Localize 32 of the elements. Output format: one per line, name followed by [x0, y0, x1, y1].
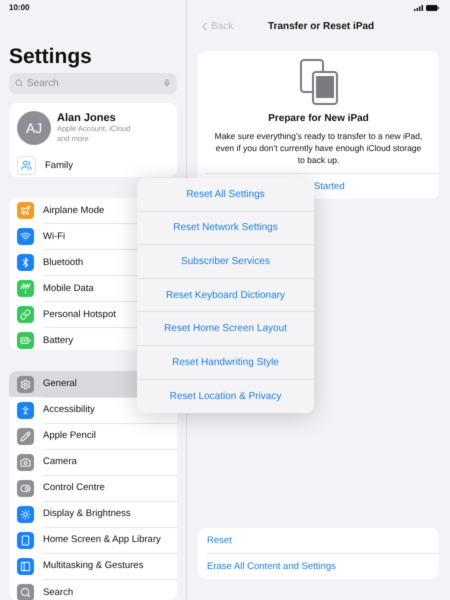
menu-item[interactable]: Subscriber Services — [137, 245, 314, 279]
tablets-icon — [300, 59, 338, 105]
microphone-icon[interactable] — [163, 78, 171, 88]
family-icon — [17, 156, 36, 176]
settings-item[interactable]: Display & Brightness — [9, 501, 177, 528]
account-name: Alan Jones — [57, 112, 117, 124]
settings-item[interactable]: Search — [9, 579, 177, 600]
settings-item[interactable]: Control Centre — [9, 475, 177, 502]
prepare-title: Prepare for New iPad — [268, 113, 369, 124]
family-item[interactable]: Family — [45, 152, 177, 177]
settings-title: Settings — [9, 44, 93, 70]
menu-item[interactable]: Reset Keyboard Dictionary — [137, 278, 314, 312]
get-started-link[interactable]: Started — [314, 181, 345, 192]
signal-icon — [414, 4, 423, 10]
search-input[interactable]: Search — [27, 78, 159, 89]
avatar: AJ — [17, 110, 51, 145]
search-field[interactable]: Search — [9, 73, 177, 94]
settings-item[interactable]: Apple Pencil — [9, 423, 177, 450]
action-link[interactable]: Erase All Content and Settings — [207, 561, 336, 572]
menu-item[interactable]: Reset Network Settings — [137, 212, 314, 246]
battery-icon — [426, 4, 439, 10]
settings-item[interactable]: Camera — [9, 449, 177, 476]
prepare-text: Make sure everything’s ready to transfer to a new iPad, even if you don’t currently have enough iCloud storage to back up. — [214, 130, 423, 166]
menu-item[interactable]: Reset Home Screen Layout — [137, 312, 314, 346]
menu-item[interactable]: Reset Handwriting Style — [137, 346, 314, 380]
search-icon — [15, 78, 23, 88]
action-link[interactable]: Reset — [207, 535, 232, 546]
status-time: 10:00 — [9, 2, 30, 14]
page-title: Transfer or Reset iPad — [268, 20, 374, 32]
menu-item[interactable]: Reset All Settings — [137, 178, 314, 212]
settings-item[interactable]: Home Screen & App Library — [9, 527, 177, 554]
settings-item[interactable]: Multitasking & Gestures — [9, 553, 177, 580]
